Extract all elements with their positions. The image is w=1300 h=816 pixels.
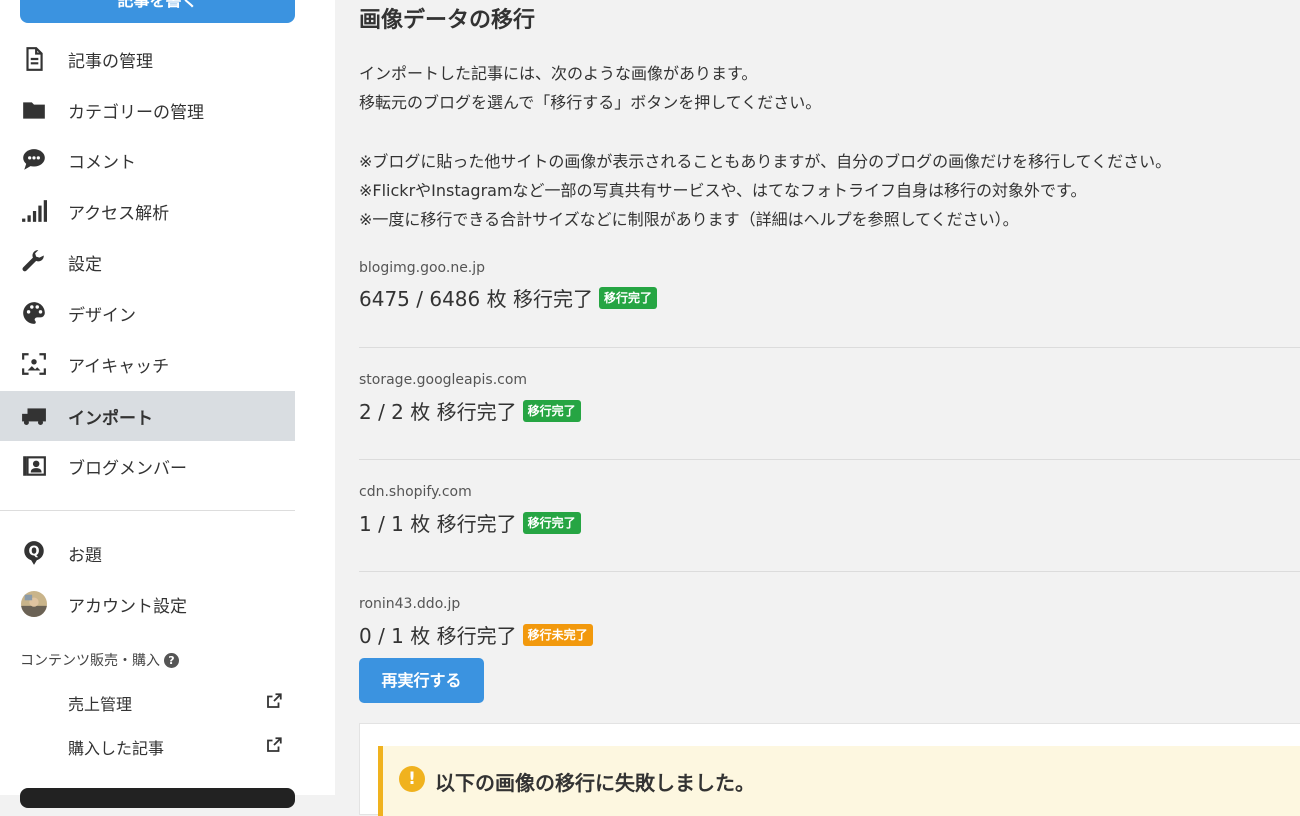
count-text: 6475 / 6486 枚 移行完了: [359, 287, 593, 311]
sidebar-item-comments[interactable]: コメント: [0, 135, 295, 185]
sidebar-divider: [0, 510, 295, 511]
document-icon: [20, 45, 48, 73]
exclamation-icon: !: [399, 766, 425, 792]
sidebar-item-import[interactable]: インポート: [0, 391, 295, 441]
note-text: ※ブログに貼った他サイトの画像が表示されることもありますが、自分のブログの画像だ…: [359, 152, 1172, 171]
sidebar-item-label: ブログメンバー: [68, 458, 187, 479]
failure-alert: ! 以下の画像の移行に失敗しました。: [378, 746, 1300, 816]
content-sales-section-title: コンテンツ販売・購入 ?: [20, 650, 179, 670]
sidebar-item-label: アカウント設定: [68, 596, 187, 617]
divider: [359, 347, 1300, 348]
main-content: 画像データの移行 インポートした記事には、次のような画像があります。 移転元のブ…: [335, 0, 1300, 816]
source-count: 0 / 1 枚 移行完了 移行未完了: [359, 620, 593, 649]
sidebar-item-label: お題: [68, 545, 102, 566]
source-count: 2 / 2 枚 移行完了 移行完了: [359, 396, 581, 425]
count-text: 1 / 1 枚 移行完了: [359, 512, 517, 536]
sidebar-item-label: カテゴリーの管理: [68, 102, 204, 123]
sidebar-item-label: 記事の管理: [68, 51, 153, 72]
page-title: 画像データの移行: [359, 8, 536, 33]
sidebar-item-label: 購入した記事: [68, 739, 165, 758]
sidebar-item-label: コメント: [68, 152, 136, 173]
note-text: ※一度に移行できる合計サイズなどに制限があります（詳細はヘルプを参照してください…: [359, 210, 1019, 229]
q-badge-icon: Q: [20, 539, 48, 567]
source-domain: ronin43.ddo.jp: [359, 596, 461, 612]
sidebar-item-settings[interactable]: 設定: [0, 237, 295, 287]
sidebar-item-label: インポート: [68, 408, 153, 429]
comment-icon: [20, 146, 48, 174]
help-icon[interactable]: ?: [164, 652, 179, 668]
sidebar-item-label: 設定: [68, 254, 102, 275]
sidebar-item-purchased-articles[interactable]: 購入した記事: [68, 735, 283, 759]
failure-panel: ! 以下の画像の移行に失敗しました。: [359, 723, 1300, 816]
divider: [359, 459, 1300, 460]
sidebar-bottom-button[interactable]: [20, 788, 295, 808]
status-badge: 移行未完了: [522, 623, 593, 646]
status-badge: 移行完了: [522, 511, 581, 534]
intro-text: 移転元のブログを選んで「移行する」ボタンを押してください。: [359, 93, 822, 112]
sidebar-item-design[interactable]: デザイン: [0, 288, 295, 338]
sidebar-item-members[interactable]: ブログメンバー: [0, 441, 295, 491]
sidebar-item-label: アイキャッチ: [68, 356, 170, 377]
source-domain: storage.googleapis.com: [359, 372, 528, 388]
count-text: 2 / 2 枚 移行完了: [359, 400, 517, 424]
source-domain: blogimg.goo.ne.jp: [359, 260, 486, 276]
sidebar-item-categories[interactable]: カテゴリーの管理: [0, 85, 295, 135]
divider: [359, 571, 1300, 572]
folder-icon: [20, 96, 48, 124]
sidebar-item-odai[interactable]: Q お題: [0, 528, 295, 578]
member-card-icon: [20, 452, 48, 480]
intro-text: インポートした記事には、次のような画像があります。: [359, 64, 758, 83]
external-link-icon: [265, 692, 283, 714]
sidebar-item-label: アクセス解析: [68, 203, 170, 224]
source-domain: cdn.shopify.com: [359, 484, 472, 500]
sidebar: 記事を書く 記事の管理 カテゴリーの管理 コメント アクセス解析 設定 デザイン…: [0, 0, 335, 808]
sidebar-item-label: 売上管理: [68, 695, 133, 714]
svg-text:Q: Q: [28, 545, 39, 560]
sidebar-item-sales-management[interactable]: 売上管理: [68, 691, 283, 715]
wrench-icon: [20, 248, 48, 276]
sidebar-item-eyecatch[interactable]: アイキャッチ: [0, 339, 295, 389]
source-count: 6475 / 6486 枚 移行完了 移行完了: [359, 283, 657, 312]
status-badge: 移行完了: [522, 399, 581, 422]
avatar: [20, 590, 48, 618]
external-link-icon: [265, 736, 283, 758]
rerun-button[interactable]: 再実行する: [359, 658, 484, 703]
section-title-text: コンテンツ販売・購入: [20, 653, 160, 669]
sidebar-item-articles[interactable]: 記事の管理: [0, 34, 295, 84]
failure-alert-text: 以下の画像の移行に失敗しました。: [435, 771, 755, 795]
palette-icon: [20, 299, 48, 327]
sidebar-item-label: デザイン: [68, 305, 136, 326]
sidebar-item-account-settings[interactable]: アカウント設定: [0, 579, 295, 629]
write-article-button[interactable]: 記事を書く: [20, 0, 295, 23]
source-count: 1 / 1 枚 移行完了 移行完了: [359, 508, 581, 537]
count-text: 0 / 1 枚 移行完了: [359, 624, 517, 648]
truck-icon: [20, 402, 48, 430]
eyecatch-icon: [20, 350, 48, 378]
status-badge: 移行完了: [598, 286, 657, 309]
note-text: ※FlickrやInstagramなど一部の写真共有サービスや、はてなフォトライ…: [359, 181, 1087, 200]
sidebar-item-analytics[interactable]: アクセス解析: [0, 186, 295, 236]
signal-bars-icon: [20, 197, 48, 225]
